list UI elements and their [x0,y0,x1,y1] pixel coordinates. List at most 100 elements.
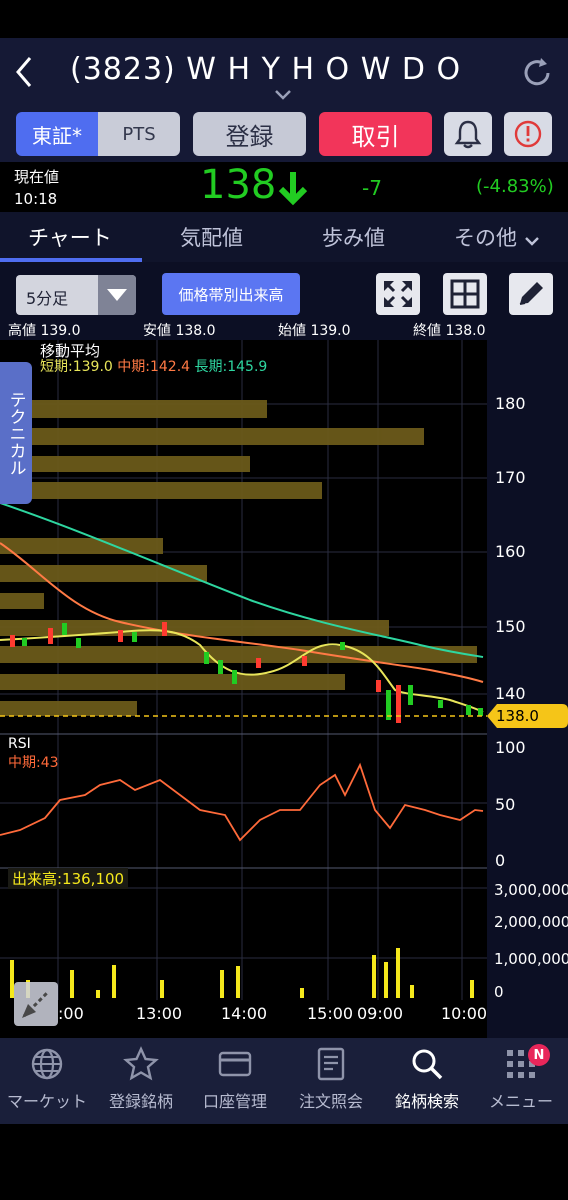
candle [478,708,483,716]
technical-tab[interactable]: テクニカル [0,362,32,504]
chart-canvas[interactable] [0,340,568,1038]
bell-button[interactable] [444,112,492,156]
volume-bar [410,985,414,998]
info-button[interactable] [504,112,552,156]
nav-account-label: 口座管理 [202,1092,267,1111]
nav-search-label: 銘柄検索 [394,1092,459,1111]
volume-bar [160,980,164,998]
candle [162,622,167,636]
ma-mid-label: 中期:142.4 [117,359,191,375]
time-axis-label: 13:00 [136,1004,183,1023]
caret-down-icon [107,289,127,301]
interval-value: 5分足 [26,289,69,308]
trade-button[interactable]: 取引 [319,112,432,156]
candle [218,660,223,674]
candle [256,658,261,668]
candle [438,700,443,708]
chevron-down-icon[interactable] [274,86,292,105]
profile-bar [0,428,424,445]
volume-bar [372,955,376,998]
nav-watchlist[interactable]: 登録銘柄 [94,1046,188,1112]
chevron-down-icon[interactable] [524,232,540,251]
volume-bar [220,970,224,998]
tab-chart[interactable]: チャート [28,222,112,252]
profile-bar [0,620,389,636]
technical-tab-label: テクニカル [5,390,26,476]
rsi-axis-label: 0 [495,851,506,870]
pencil-icon [519,282,543,305]
profile-bar [0,456,250,472]
volume-profile-button[interactable]: 価格帯別出来高 [162,273,300,315]
scroll-handle[interactable] [14,982,58,1026]
nav-menu[interactable]: メニュー [474,1046,568,1112]
ohlc-row: 高値 139.0 安値 138.0 始値 139.0 終値 138.0 [8,320,568,340]
menu-badge: N [528,1044,550,1066]
volume-axis-label: 3,000,000 [494,881,568,899]
refresh-icon[interactable] [520,56,554,94]
tab-quotes[interactable]: 気配値 [180,222,243,252]
tab-ticks[interactable]: 歩み値 [322,222,385,252]
volume-axis-label: 1,000,000 [494,950,568,968]
globe-icon [31,1048,63,1080]
tse-button[interactable]: 東証* [16,112,98,156]
search-icon [412,1049,443,1080]
price-change-pct: (-4.83%) [476,176,554,197]
high-value: 139.0 [40,323,81,339]
candle [302,656,307,666]
volume-bar [396,948,400,998]
rsi-mid-label: 中期:43 [8,755,59,771]
ma-legend: 短期:139.0 中期:142.4 長期:145.9 [40,356,267,376]
candle [22,638,27,646]
nav-orders[interactable]: 注文照会 [284,1046,378,1112]
price-axis-label: 170 [495,468,526,487]
profile-bar [0,538,163,554]
document-icon [317,1047,345,1081]
register-button[interactable]: 登録 [193,112,306,156]
back-icon[interactable] [12,54,36,94]
time-axis-label: 10:00 [441,1004,488,1023]
price-tag: 138.0 [496,707,539,725]
close-label: 終値 [413,323,441,339]
volume-bar [112,965,116,998]
current-price-label: 現在値 [14,168,60,186]
interval-select[interactable]: 5分足 [16,275,136,315]
drag-icon [22,990,50,1018]
volume-bar [300,988,304,998]
tab-other[interactable]: その他 [454,222,517,252]
volume-bar [384,962,388,998]
price-axis-label: 180 [495,394,526,413]
time-axis-label: :00 [58,1004,84,1023]
price-change: -7 [362,176,382,200]
candle [118,630,123,642]
volume-axis-label: 0 [494,983,504,1001]
time-axis-label: 09:00 [357,1004,404,1023]
rsi-axis-label: 100 [495,738,526,757]
page-title[interactable]: (3823) W H Y H O W D O [70,52,510,87]
volume-bar [470,980,474,998]
pts-button[interactable]: PTS [98,112,180,156]
draw-button[interactable] [509,273,553,315]
candle [62,623,67,635]
candle [376,680,381,692]
candle [10,635,15,647]
profile-bar [0,593,44,609]
candle [408,685,413,705]
profile-bar [0,701,137,716]
nav-account[interactable]: 口座管理 [188,1046,282,1112]
profile-bar [0,400,267,418]
volume-title: 出来高:136,100 [8,868,129,889]
price-time: 10:18 [14,190,58,208]
nav-market[interactable]: マーケット [0,1046,94,1112]
candle [396,685,401,723]
volume-bar [70,970,74,998]
dropdown-caret [98,275,136,315]
layout-button[interactable] [443,273,487,315]
nav-search[interactable]: 銘柄検索 [380,1046,474,1112]
fullscreen-button[interactable] [376,273,420,315]
current-price: 138 [200,162,277,208]
price-axis-label: 160 [495,542,526,561]
expand-icon [384,281,412,307]
rsi-axis-label: 50 [495,795,516,814]
rsi-title: RSI [8,736,31,752]
card-icon [218,1051,252,1077]
